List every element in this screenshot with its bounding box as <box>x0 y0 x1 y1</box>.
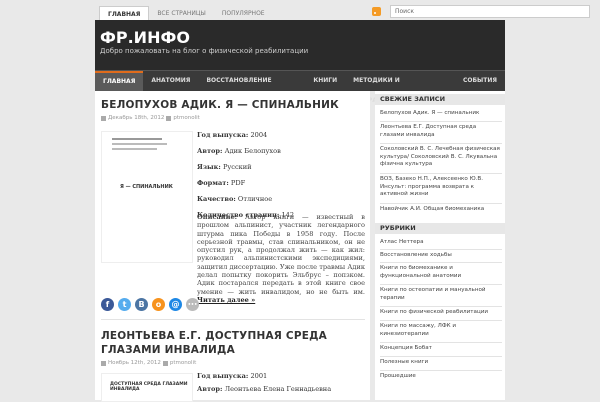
info-row: Автор: Адик Белопухов <box>197 147 365 163</box>
cover-title: ДОСТУПНАЯ СРЕДА ГЛАЗАМИ ИНВАЛИДА <box>110 382 188 392</box>
rubric-link[interactable]: Восстановление ходьбы <box>380 252 502 260</box>
recent-post-link[interactable]: Навойчик А.И. Общая биомеханика <box>380 206 502 214</box>
post-author[interactable]: ptmonolit <box>170 360 196 366</box>
info-value: Леонтьева Елена Геннадьевна <box>222 385 332 393</box>
info-label: Формат: <box>197 179 229 187</box>
info-label: Язык: <box>197 163 221 171</box>
info-row: Автор: Леонтьева Елена Геннадьевна <box>197 385 365 398</box>
site-header: ФР.ИНФО Добро пожаловать на блог о физич… <box>95 20 505 70</box>
recent-post-link[interactable]: Леонтьева Е.Г. Доступная среда глазами и… <box>380 124 502 139</box>
post-meta: Ноябрь 12th, 2012 ptmonolit <box>101 360 196 366</box>
sidebar: СВЕЖИЕ ЗАПИСИ Белопухов Адик. Я — спинал… <box>375 91 505 400</box>
rubrics-heading: РУБРИКИ <box>375 223 505 234</box>
vk-share-icon[interactable]: В <box>135 298 148 311</box>
post-divider <box>101 319 365 320</box>
book-info: Год выпуска: 2001 Автор: Леонтьева Елена… <box>197 372 365 398</box>
rubric-link[interactable]: Книги по биомеханике и функциональной ан… <box>380 265 502 280</box>
site-title[interactable]: ФР.ИНФО <box>100 28 190 47</box>
post-meta: Декабрь 18th, 2012 ptmonolit <box>101 115 200 121</box>
recent-post-link[interactable]: Белопухов Адик. Я — спинальник <box>380 110 502 118</box>
info-label: Год выпуска: <box>197 372 249 380</box>
info-label: Год выпуска: <box>197 131 249 139</box>
email-share-icon[interactable]: @ <box>169 298 182 311</box>
mainnav-anatomy[interactable]: АНАТОМИЯ <box>143 71 198 91</box>
rubric-link[interactable]: Полезные книги <box>380 359 502 367</box>
info-value: PDF <box>228 179 246 187</box>
info-row: Качество: Отличное <box>197 195 365 211</box>
recent-post-link[interactable]: ВОЗ, Базеко Н.П., Алексеенко Ю.В. Инсуль… <box>380 176 502 199</box>
mainnav-methods[interactable]: МЕТОДИКИ И НАПРАВЛЕНИЯ <box>345 71 455 104</box>
calendar-icon <box>101 115 106 121</box>
rubric-link[interactable]: Атлас Неттера <box>380 239 502 247</box>
main-navigation: ГЛАВНАЯ АНАТОМИЯ ВОССТАНОВЛЕНИЕ ХОДЬБЫ К… <box>95 70 505 104</box>
rss-icon[interactable] <box>372 7 381 16</box>
widget-separator <box>380 370 502 371</box>
post-date: Ноябрь 12th, 2012 <box>108 360 161 366</box>
calendar-icon <box>101 360 106 366</box>
mainnav-books[interactable]: КНИГИ <box>305 71 345 91</box>
cover-title: Я — СПИНАЛЬНИК <box>120 184 173 190</box>
odnoklassniki-share-icon[interactable]: о <box>152 298 165 311</box>
facebook-share-icon[interactable]: f <box>101 298 114 311</box>
cover-text-line <box>112 148 157 150</box>
recent-posts-heading: СВЕЖИЕ ЗАПИСИ <box>375 94 505 105</box>
cover-text-line <box>112 138 162 140</box>
share-buttons: f t В о @ ••• <box>101 298 199 311</box>
mainnav-events[interactable]: СОБЫТИЯ <box>455 71 505 91</box>
info-row: Год выпуска: 2001 <box>197 372 365 385</box>
rubric-link[interactable]: Книги по массажу, ЛФК и кинезиотерапии <box>380 323 502 338</box>
more-share-icon[interactable]: ••• <box>186 298 199 311</box>
site-tagline: Добро пожаловать на блог о физической ре… <box>100 47 309 55</box>
description-text: Автор книги — известный в прошлом альпин… <box>197 213 365 296</box>
info-label: Автор: <box>197 147 223 155</box>
widget-separator <box>380 342 502 343</box>
info-row: Год выпуска: 2004 <box>197 131 365 147</box>
widget-separator <box>380 262 502 263</box>
info-label: Автор: <box>197 385 223 393</box>
widget-separator <box>380 356 502 357</box>
user-icon <box>162 360 168 366</box>
widget-separator <box>380 203 502 204</box>
read-more-link[interactable]: Читать далее » <box>197 296 255 304</box>
post-title[interactable]: БЕЛОПУХОВ АДИК. Я — СПИНАЛЬНИК <box>101 99 339 111</box>
widget-separator <box>380 284 502 285</box>
recent-post-link[interactable]: Соколовский В. С. Лечебная физическая ку… <box>380 146 502 169</box>
top-bar: ГЛАВНАЯ ВСЕ СТРАНИЦЫ ПОПУЛЯРНОЕ Поиск <box>0 0 600 23</box>
info-value: Отличное <box>235 195 273 203</box>
widget-separator <box>380 173 502 174</box>
book-cover-thumbnail[interactable]: ДОСТУПНАЯ СРЕДА ГЛАЗАМИ ИНВАЛИДА <box>101 373 193 402</box>
main-content: БЕЛОПУХОВ АДИК. Я — СПИНАЛЬНИК Декабрь 1… <box>95 91 370 402</box>
widget-separator <box>380 249 502 250</box>
info-value: Русский <box>220 163 252 171</box>
info-value: 2004 <box>248 131 268 139</box>
post-title[interactable]: ЛЕОНТЬЕВА Е.Г. ДОСТУПНАЯ СРЕДА ГЛАЗАМИ И… <box>101 329 363 357</box>
post-author[interactable]: ptmonolit <box>173 115 199 121</box>
widget-separator <box>380 320 502 321</box>
mainnav-walking-recovery[interactable]: ВОССТАНОВЛЕНИЕ ХОДЬБЫ <box>198 71 305 104</box>
mainnav-home[interactable]: ГЛАВНАЯ <box>95 71 144 91</box>
rubric-link[interactable]: Прошедшие <box>380 373 502 381</box>
cover-text-line <box>112 143 167 145</box>
rubric-link[interactable]: Книги по физической реабилитации <box>380 309 502 317</box>
info-value: Адик Белопухов <box>222 147 281 155</box>
search-input[interactable]: Поиск <box>390 5 590 18</box>
info-row: Формат: PDF <box>197 179 365 195</box>
widget-separator <box>380 306 502 307</box>
widget-separator <box>380 143 502 144</box>
rubric-link[interactable]: Книги по остеопатии и мануальной терапии <box>380 287 502 302</box>
info-value: 2001 <box>248 372 268 380</box>
rubric-link[interactable]: Концепция Бобат <box>380 345 502 353</box>
info-label: Качество: <box>197 195 236 203</box>
info-row: Язык: Русский <box>197 163 365 179</box>
book-cover-thumbnail[interactable]: Я — СПИНАЛЬНИК <box>101 131 193 263</box>
widget-separator <box>380 121 502 122</box>
post-date: Декабрь 18th, 2012 <box>108 115 165 121</box>
post-description: Описание: Автор книги — известный в прош… <box>197 213 365 304</box>
description-label: Описание: <box>197 213 238 221</box>
twitter-share-icon[interactable]: t <box>118 298 131 311</box>
user-icon <box>166 115 172 121</box>
